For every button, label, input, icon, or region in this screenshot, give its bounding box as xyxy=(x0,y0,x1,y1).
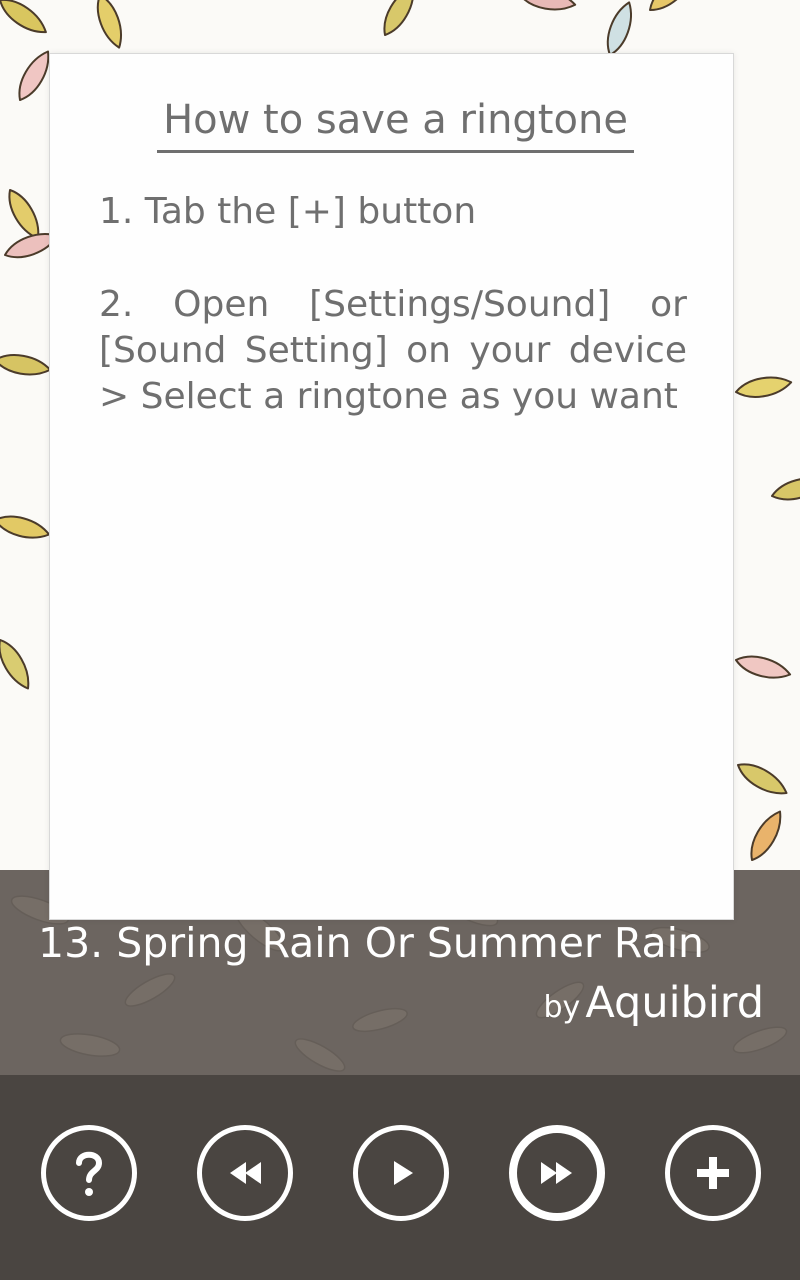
instruction-step-2: 2. Open [Settings/Sound] or [Sound Setti… xyxy=(99,284,687,417)
instruction-step-1: 1. Tab the [+] button xyxy=(99,191,477,232)
player-controls xyxy=(0,1075,800,1280)
fast-forward-icon xyxy=(541,1162,572,1184)
dialog-title: How to save a ringtone xyxy=(157,94,634,153)
by-label: by xyxy=(543,990,581,1025)
play-icon xyxy=(394,1161,413,1185)
plus-icon xyxy=(697,1157,729,1189)
artist-name: Aquibird xyxy=(585,978,764,1028)
help-dialog: How to save a ringtone 1. Tab the [+] bu… xyxy=(49,53,734,920)
rewind-icon xyxy=(230,1162,261,1184)
song-artist: by Aquibird xyxy=(543,978,764,1028)
question-icon xyxy=(76,1151,103,1196)
add-ringtone-button[interactable] xyxy=(665,1125,761,1221)
previous-button[interactable] xyxy=(197,1125,293,1221)
next-button[interactable] xyxy=(509,1125,605,1221)
play-button[interactable] xyxy=(353,1125,449,1221)
help-button[interactable] xyxy=(41,1125,137,1221)
song-title: 13. Spring Rain Or Summer Rain xyxy=(38,919,704,967)
